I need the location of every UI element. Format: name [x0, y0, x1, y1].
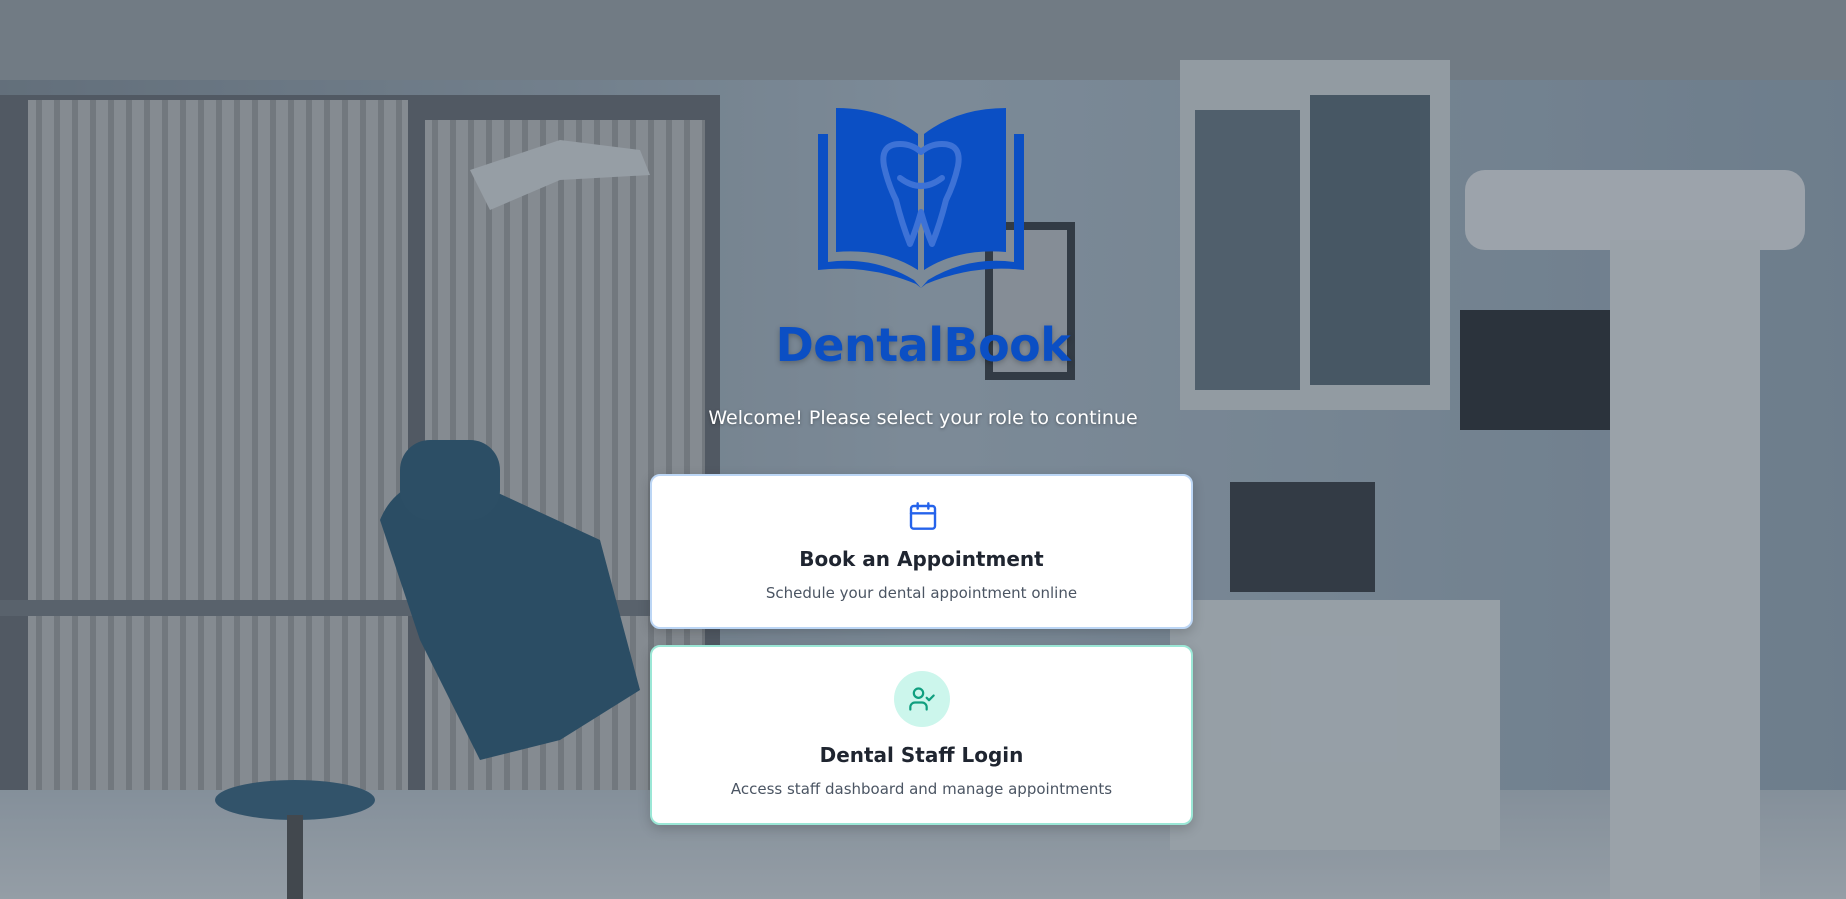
book-appointment-description: Schedule your dental appointment online: [765, 584, 1078, 602]
book-appointment-title: Book an Appointment: [799, 547, 1044, 571]
staff-login-description: Access staff dashboard and manage appoin…: [730, 780, 1113, 798]
staff-login-card[interactable]: Dental Staff Login Access staff dashboar…: [650, 645, 1193, 825]
user-check-icon: [908, 685, 936, 713]
main-content: DentalBook Welcome! Please select your r…: [0, 0, 1846, 899]
role-selection-page: DentalBook Welcome! Please select your r…: [0, 0, 1846, 899]
book-appointment-card[interactable]: Book an Appointment Schedule your dental…: [650, 474, 1193, 629]
staff-login-title: Dental Staff Login: [819, 743, 1024, 767]
staff-icon-circle: [894, 671, 950, 727]
calendar-icon: [907, 500, 939, 532]
dentalbook-logo: [814, 104, 1028, 288]
welcome-message: Welcome! Please select your role to cont…: [708, 407, 1138, 429]
brand-title: DentalBook: [775, 318, 1071, 372]
